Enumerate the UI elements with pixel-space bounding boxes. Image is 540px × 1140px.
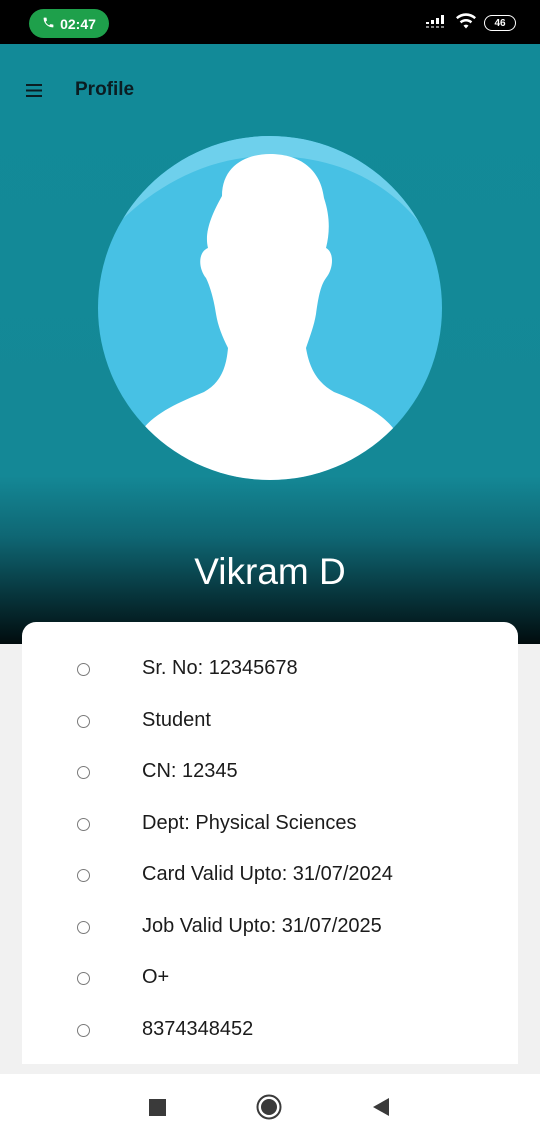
detail-text: Student [142,709,211,731]
detail-text: Job Valid Upto: 31/07/2025 [142,915,382,937]
recent-apps-icon[interactable] [144,1094,170,1120]
battery-icon: 46 [484,15,516,31]
bullet-icon [77,1024,90,1037]
hamburger-menu-icon[interactable] [22,78,46,102]
detail-text: 8374348452 [142,1018,254,1040]
system-nav-bar [0,1074,540,1140]
toolbar: Profile [0,44,540,136]
bullet-icon [77,869,90,882]
signal-icon [426,14,448,33]
battery-level: 46 [494,17,506,29]
user-silhouette-icon [98,136,442,480]
detail-item-cn: CN: 12345 [22,753,518,793]
home-icon[interactable] [256,1094,282,1120]
detail-text: O+ [142,966,170,988]
status-time: 02:47 [60,15,96,32]
detail-text: Sr. No: 12345678 [142,657,298,679]
detail-item-phone: 8374348452 [22,1011,518,1051]
details-card: Sr. No: 12345678 Student CN: 12345 Dept:… [22,622,518,1064]
ongoing-call-indicator[interactable]: 02:47 [29,9,109,38]
bullet-icon [77,663,90,676]
phone-icon [42,16,55,32]
bullet-icon [77,818,90,831]
detail-text: CN: 12345 [142,760,238,782]
wifi-icon [456,12,476,34]
bullet-icon [77,972,90,985]
detail-text: Card Valid Upto: 31/07/2024 [142,863,393,885]
user-name: Vikram D [194,551,346,592]
detail-text: Dept: Physical Sciences [142,812,357,834]
detail-item-job-valid: Job Valid Upto: 31/07/2025 [22,908,518,948]
status-bar: 02:47 46 [0,0,540,44]
bullet-icon [77,766,90,779]
bullet-icon [77,715,90,728]
bullet-icon [77,921,90,934]
avatar [98,136,442,480]
detail-item-card-valid: Card Valid Upto: 31/07/2024 [22,856,518,896]
page-title: Profile [75,79,135,100]
profile-header: Profile Vikram D [0,44,540,644]
status-icons: 46 [426,12,516,34]
detail-item-blood-group: O+ [22,959,518,999]
detail-item-role: Student [22,702,518,742]
back-icon[interactable] [368,1094,394,1120]
detail-item-dept: Dept: Physical Sciences [22,805,518,845]
detail-item-sr-no: Sr. No: 12345678 [22,650,518,690]
